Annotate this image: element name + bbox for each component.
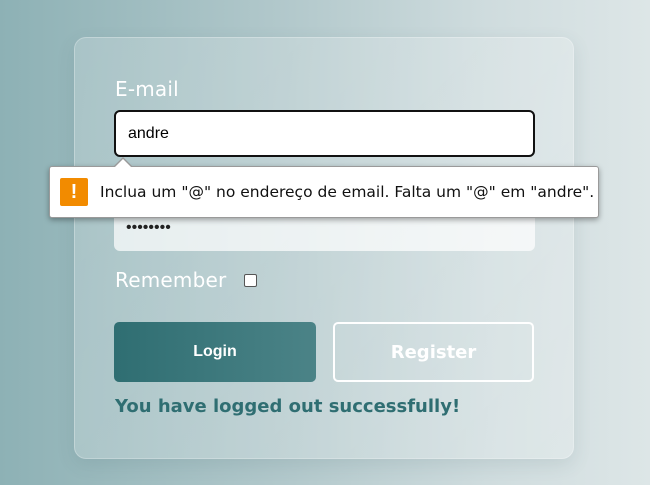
email-label: E-mail bbox=[115, 77, 179, 101]
remember-label: Remember bbox=[115, 268, 227, 292]
validation-tooltip: ! Inclua um "@" no endereço de email. Fa… bbox=[49, 166, 599, 218]
warning-icon: ! bbox=[60, 178, 88, 206]
tooltip-arrow-inner bbox=[114, 159, 132, 168]
login-button[interactable]: Login bbox=[114, 322, 316, 382]
remember-checkbox[interactable] bbox=[244, 274, 257, 287]
logout-status-message: You have logged out successfully! bbox=[115, 396, 461, 417]
validation-message: Inclua um "@" no endereço de email. Falt… bbox=[100, 183, 595, 201]
email-input[interactable] bbox=[114, 110, 535, 157]
register-button[interactable]: Register bbox=[333, 322, 534, 382]
